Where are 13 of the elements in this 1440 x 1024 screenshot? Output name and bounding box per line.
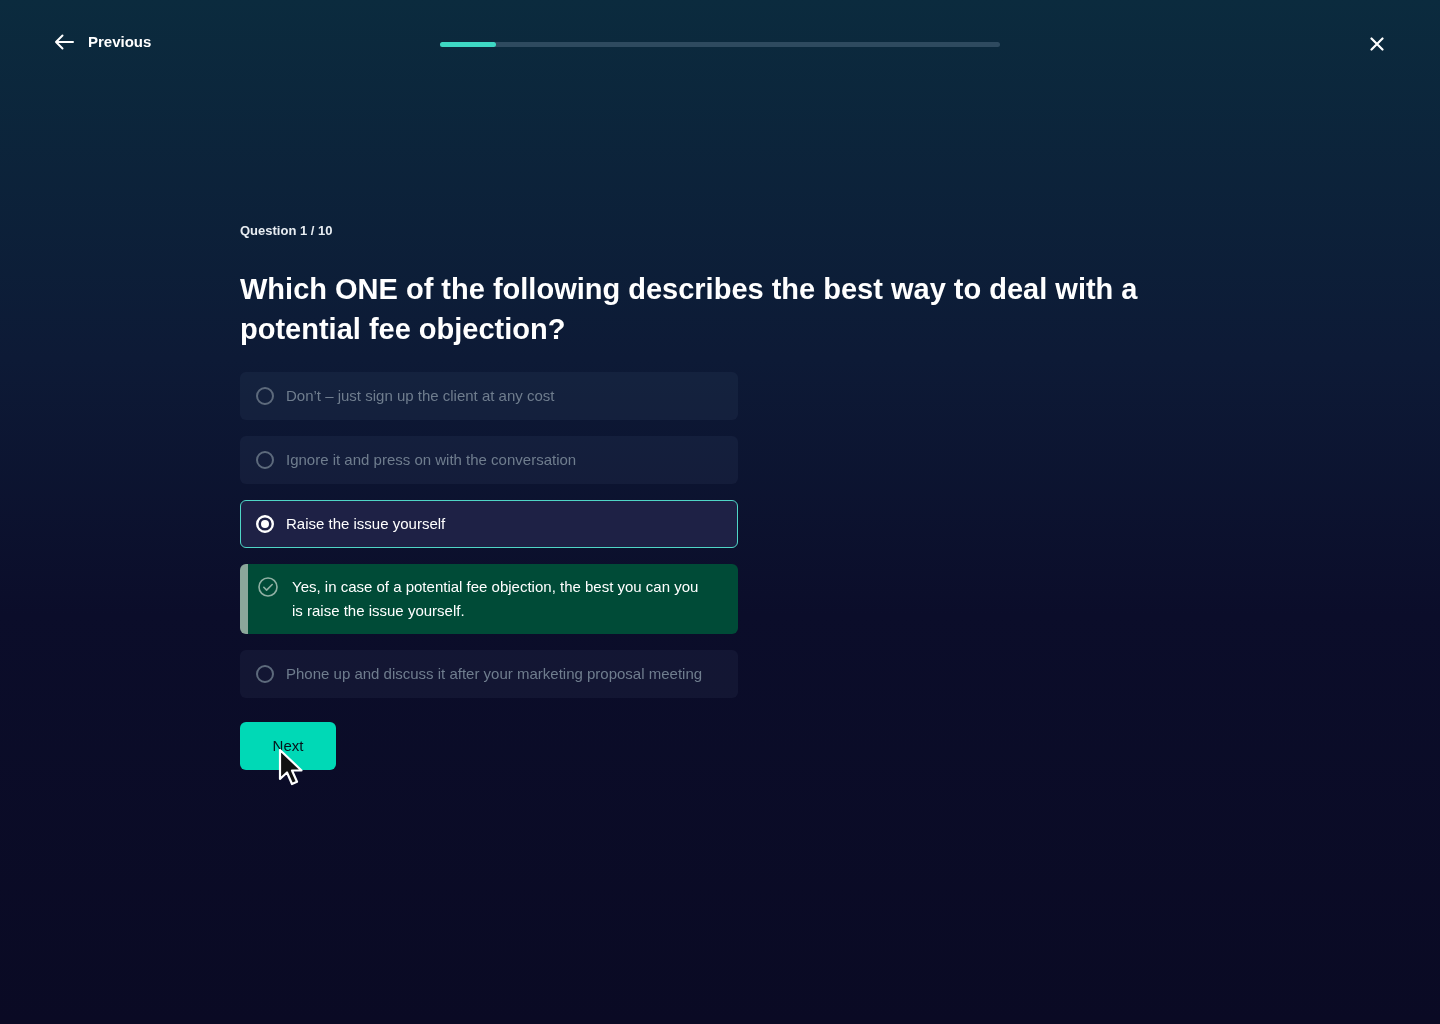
close-button[interactable]	[1370, 37, 1384, 51]
answer-option[interactable]: Raise the issue yourself	[240, 500, 738, 548]
answer-option[interactable]: Phone up and discuss it after your marketing proposal meeting	[240, 650, 738, 698]
question-counter: Question 1 / 10	[240, 223, 333, 239]
next-button[interactable]: Next	[240, 722, 336, 770]
arrow-left-icon	[54, 34, 74, 51]
question-title: Which ONE of the following describes the best way to deal with a potential fee objection?	[240, 272, 1139, 347]
previous-button[interactable]: Previous	[54, 30, 152, 54]
answer-option[interactable]: Ignore it and press on with the conversation	[240, 436, 738, 484]
feedback-text: Yes, in case of a potential fee objection, the best you can you is raise the issue yourself.	[292, 577, 700, 621]
close-icon	[1370, 37, 1384, 51]
check-circle-icon	[258, 577, 278, 597]
answer-option[interactable]: Don’t – just sign up the client at any cost	[240, 372, 738, 420]
